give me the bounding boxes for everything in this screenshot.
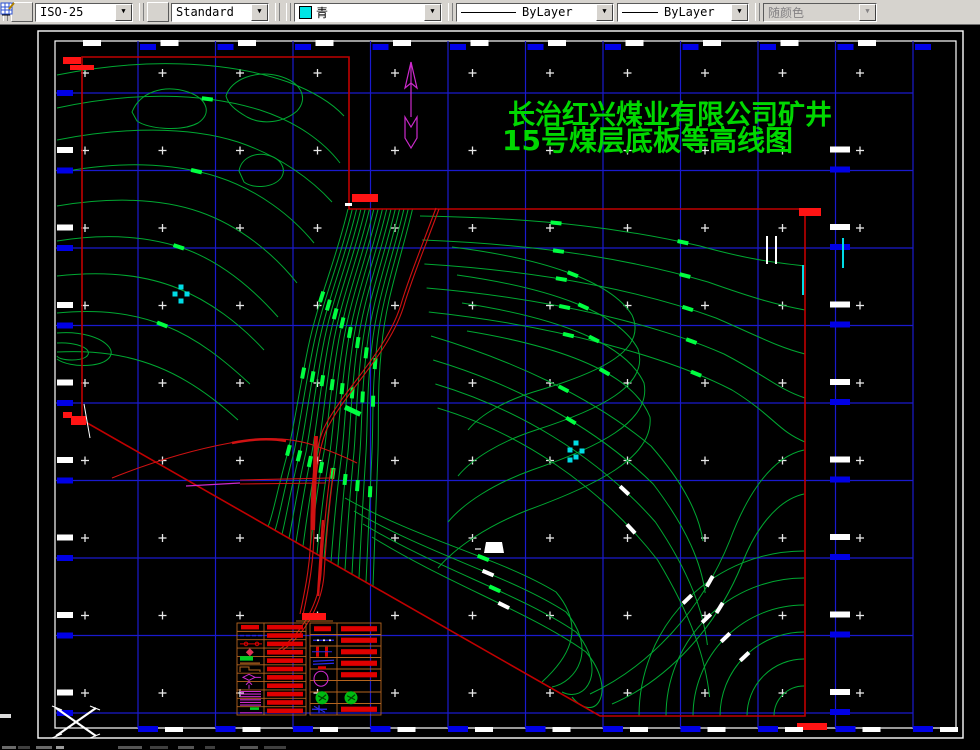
lineweight-value: ByLayer <box>664 5 715 19</box>
chevron-down-icon[interactable]: ▼ <box>115 3 132 21</box>
ucs-icon <box>0 705 101 739</box>
legend-table <box>236 613 382 716</box>
color-swatch <box>299 5 312 19</box>
table-style-combobox[interactable]: Standard ▼ <box>171 2 269 22</box>
mine-boundary <box>63 56 827 730</box>
contour-lines <box>56 63 806 717</box>
lineweight-sample-line <box>622 11 658 13</box>
chevron-down-icon[interactable]: ▼ <box>251 3 268 21</box>
color-value: 青 <box>316 5 329 20</box>
linetype-sample-line <box>461 11 516 13</box>
table-style-button[interactable] <box>0 2 169 22</box>
statusbar-clipped-text <box>2 746 286 749</box>
chevron-down-icon[interactable]: ▼ <box>596 3 613 21</box>
chevron-down-icon: ▼ <box>859 3 876 21</box>
color-combobox[interactable]: 青 ▼ <box>294 2 442 22</box>
lineweight-combobox[interactable]: ByLayer ▼ <box>617 2 749 22</box>
north-arrow <box>404 61 418 150</box>
chevron-down-icon[interactable]: ▼ <box>424 3 441 21</box>
dim-style-value: ISO-25 <box>40 5 84 19</box>
toolbar-grip[interactable] <box>139 3 144 21</box>
table-style-icon <box>0 2 15 15</box>
dim-style-combobox[interactable]: ISO-25 ▼ <box>35 2 133 22</box>
toolbar-grip[interactable] <box>755 3 760 21</box>
fault-lines <box>83 207 440 654</box>
toolbar-grip[interactable] <box>275 3 280 21</box>
chevron-down-icon[interactable]: ▼ <box>731 3 748 21</box>
grid-cross-marks <box>81 69 864 697</box>
drawing-canvas[interactable]: 长治红兴煤业有限公司矿井 15号煤层底板等高线图 <box>0 0 980 750</box>
toolbar-grip[interactable] <box>286 3 291 21</box>
toolbar-grip[interactable] <box>448 3 453 21</box>
styles-properties-toolbar: ISO-25 ▼ Standard ▼ 青 ▼ ByLayer ▼ ByLaye… <box>0 0 980 25</box>
table-style-value: Standard <box>176 5 234 19</box>
plot-style-value: 随颜色 <box>768 5 805 20</box>
plot-style-combobox: 随颜色 ▼ <box>763 2 877 22</box>
drawing-title-line2: 15号煤层底板等高线图 <box>502 124 793 157</box>
linetype-value: ByLayer <box>522 5 573 19</box>
linetype-combobox[interactable]: ByLayer ▼ <box>456 2 614 22</box>
